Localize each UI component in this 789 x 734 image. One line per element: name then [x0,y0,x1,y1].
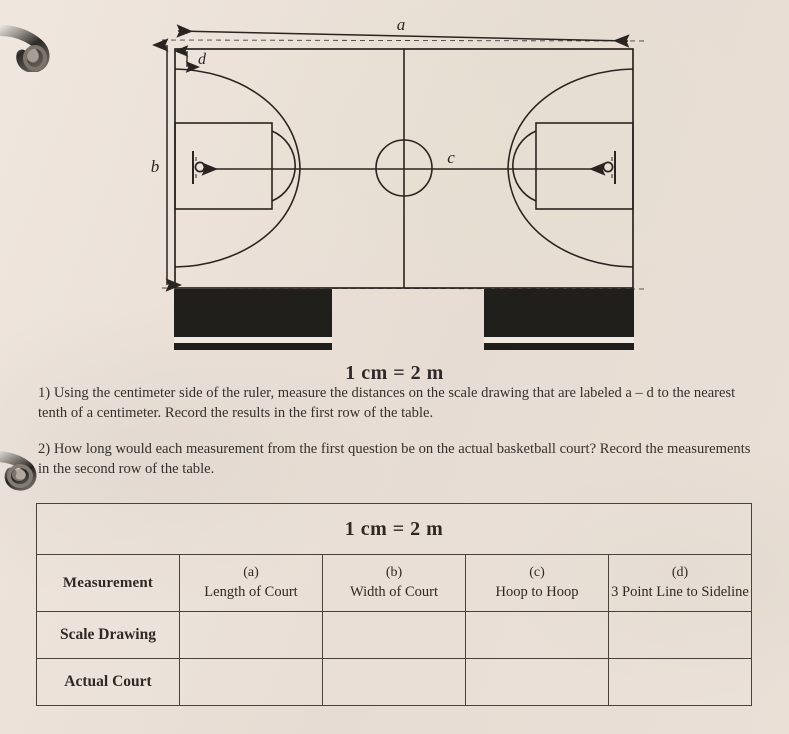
question-2: 2) How long would each measurement from … [38,439,760,479]
column-name-b: Width of Court [349,583,439,600]
table-scale-header: 1 cm = 2 m [36,503,752,555]
cell-scale-drawing-a[interactable] [179,611,323,659]
row-label-measurement: Measurement [36,554,180,612]
column-name-d: 3 Point Line to Sideline [611,583,749,600]
questions-section: 1) Using the centimeter side of the rule… [38,383,760,480]
dimension-label-d: d [198,51,207,68]
question-1-text: Using the centimeter side of the ruler, … [38,385,736,422]
column-letter-a: (a) [243,565,259,581]
row-label-actual-court: Actual Court [36,658,180,706]
cell-scale-drawing-c[interactable] [465,611,609,659]
column-name-a: Length of Court [204,583,298,600]
table-row-scale-header: 1 cm = 2 m [36,503,752,555]
column-header-a: (a) Length of Court [179,554,323,612]
basketball-court-diagram: a b c d [0,0,789,368]
column-letter-c: (c) [529,565,545,581]
question-1-number: 1) [38,385,51,401]
row-label-scale-drawing: Scale Drawing [36,611,180,659]
dimension-label-a: a [397,15,406,34]
measurement-table: 1 cm = 2 m Measurement (a) Length of Cou… [36,503,752,706]
column-name-c: Hoop to Hoop [495,583,579,600]
column-letter-b: (b) [385,565,403,581]
dimension-label-b: b [151,157,160,176]
cell-scale-drawing-b[interactable] [322,611,466,659]
cell-actual-court-a[interactable] [179,658,323,706]
question-2-text: How long would each measurement from the… [38,441,751,478]
bleacher-right [484,289,634,350]
cell-scale-drawing-d[interactable] [608,611,752,659]
question-2-number: 2) [38,441,51,458]
column-header-c: (c) Hoop to Hoop [465,554,609,612]
column-header-b: (b) Width of Court [322,554,466,612]
cell-actual-court-b[interactable] [322,658,466,706]
column-letter-d: (d) [671,565,689,581]
bleacher-left [174,289,332,350]
column-header-d: (d) 3 Point Line to Sideline [608,554,752,612]
question-1: 1) Using the centimeter side of the rule… [38,383,760,423]
table-row-header: Measurement (a) Length of Court (b) Widt… [36,554,752,612]
table-row-actual-court: Actual Court [36,658,752,706]
scale-caption: 1 cm = 2 m [345,362,444,384]
table-row-scale-drawing: Scale Drawing [36,611,752,659]
cell-actual-court-c[interactable] [465,658,609,706]
dimension-label-c: c [447,148,455,167]
cell-actual-court-d[interactable] [608,658,752,706]
